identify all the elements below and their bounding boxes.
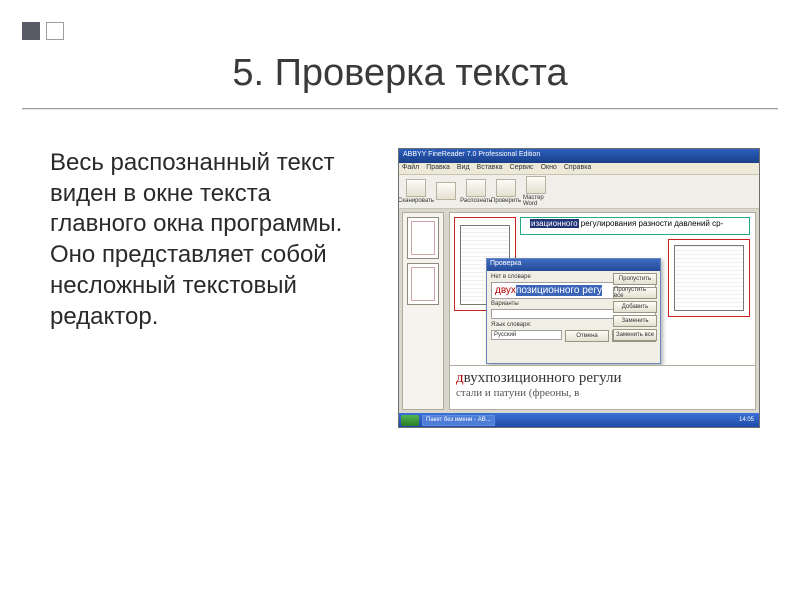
thumbnail-page-2[interactable] <box>407 263 439 305</box>
toolbar-check[interactable]: Проверить <box>493 179 519 204</box>
menu-item[interactable]: Справка <box>564 164 591 173</box>
thumbnail-page-1[interactable] <box>407 217 439 259</box>
add-button[interactable]: Добавить <box>613 301 657 313</box>
menu-item[interactable]: Вид <box>457 164 470 173</box>
accent-squares <box>22 22 64 40</box>
app-screenshot: ABBYY FineReader 7.0 Professional Editio… <box>398 148 760 428</box>
header-caption: изационного регулирования разности давле… <box>530 219 723 228</box>
header-caption-rest: регулирования разности давлений ср- <box>581 219 723 228</box>
body-paragraph: Весь распознанный текст виден в окне тек… <box>50 148 370 332</box>
page-thumbnails <box>402 212 444 410</box>
dialog-title: Проверка <box>487 259 660 271</box>
start-button[interactable] <box>401 415 419 426</box>
slide-title: 5. Проверка текста <box>0 52 800 95</box>
menu-item[interactable]: Окно <box>541 164 557 173</box>
diagram-right <box>674 245 744 311</box>
toolbar-recognize[interactable]: Распознать <box>463 179 489 204</box>
skip-all-button[interactable]: Пропустить все <box>613 287 657 299</box>
replace-all-button[interactable]: Заменить все <box>613 329 657 341</box>
replace-button[interactable]: Заменить <box>613 315 657 327</box>
text-line-2: стали и патуни (фреоны, в <box>456 387 749 399</box>
menu-bar: Файл Правка Вид Вставка Сервис Окно Спра… <box>399 163 759 175</box>
text-pane[interactable]: двухпозиционного регули стали и патуни (… <box>450 365 755 409</box>
lang-select[interactable]: Русский <box>491 330 562 340</box>
word-suffix: позиционного регу <box>516 285 602 296</box>
menu-item[interactable]: Сервис <box>510 164 534 173</box>
toolbar-label: Проверить <box>491 198 521 204</box>
taskbar: Пакет без имени - AB... 14:05 <box>399 413 759 427</box>
menu-item[interactable]: Правка <box>426 164 450 173</box>
word-prefix: двух <box>495 285 516 296</box>
square-dark <box>22 22 40 40</box>
toolbar: Сканировать Распознать Проверить Мастер … <box>399 175 759 209</box>
menu-item[interactable]: Файл <box>402 164 419 173</box>
menu-item[interactable]: Вставка <box>477 164 503 173</box>
spellcheck-dialog: Проверка Нет в словаре двухпозиционного … <box>486 258 661 364</box>
toolbar-open[interactable] <box>433 182 459 201</box>
dialog-cancel-button[interactable]: Отмена <box>565 330 609 342</box>
window-titlebar: ABBYY FineReader 7.0 Professional Editio… <box>399 149 759 163</box>
skip-button[interactable]: Пропустить <box>613 273 657 285</box>
toolbar-label: Сканировать <box>398 198 434 204</box>
dialog-button-column: Пропустить Пропустить все Добавить Замен… <box>613 273 657 341</box>
image-pane: изационного регулирования разности давле… <box>449 212 756 410</box>
toolbar-label: Мастер Word <box>523 195 549 207</box>
highlight-word: изационного <box>530 219 579 228</box>
square-light <box>46 22 64 40</box>
divider <box>22 108 778 110</box>
work-area: изационного регулирования разности давле… <box>399 209 759 413</box>
taskbar-item[interactable]: Пакет без имени - AB... <box>422 415 495 426</box>
content-row: Весь распознанный текст виден в окне тек… <box>50 148 760 428</box>
text-line-1: двухпозиционного регули <box>456 370 749 387</box>
toolbar-label: Распознать <box>460 198 492 204</box>
toolbar-word[interactable]: Мастер Word <box>523 176 549 207</box>
toolbar-scan[interactable]: Сканировать <box>403 179 429 204</box>
system-tray-clock: 14:05 <box>739 417 757 423</box>
text-rest: вухпозиционного регули <box>464 370 622 386</box>
text-red-char: д <box>456 370 464 386</box>
